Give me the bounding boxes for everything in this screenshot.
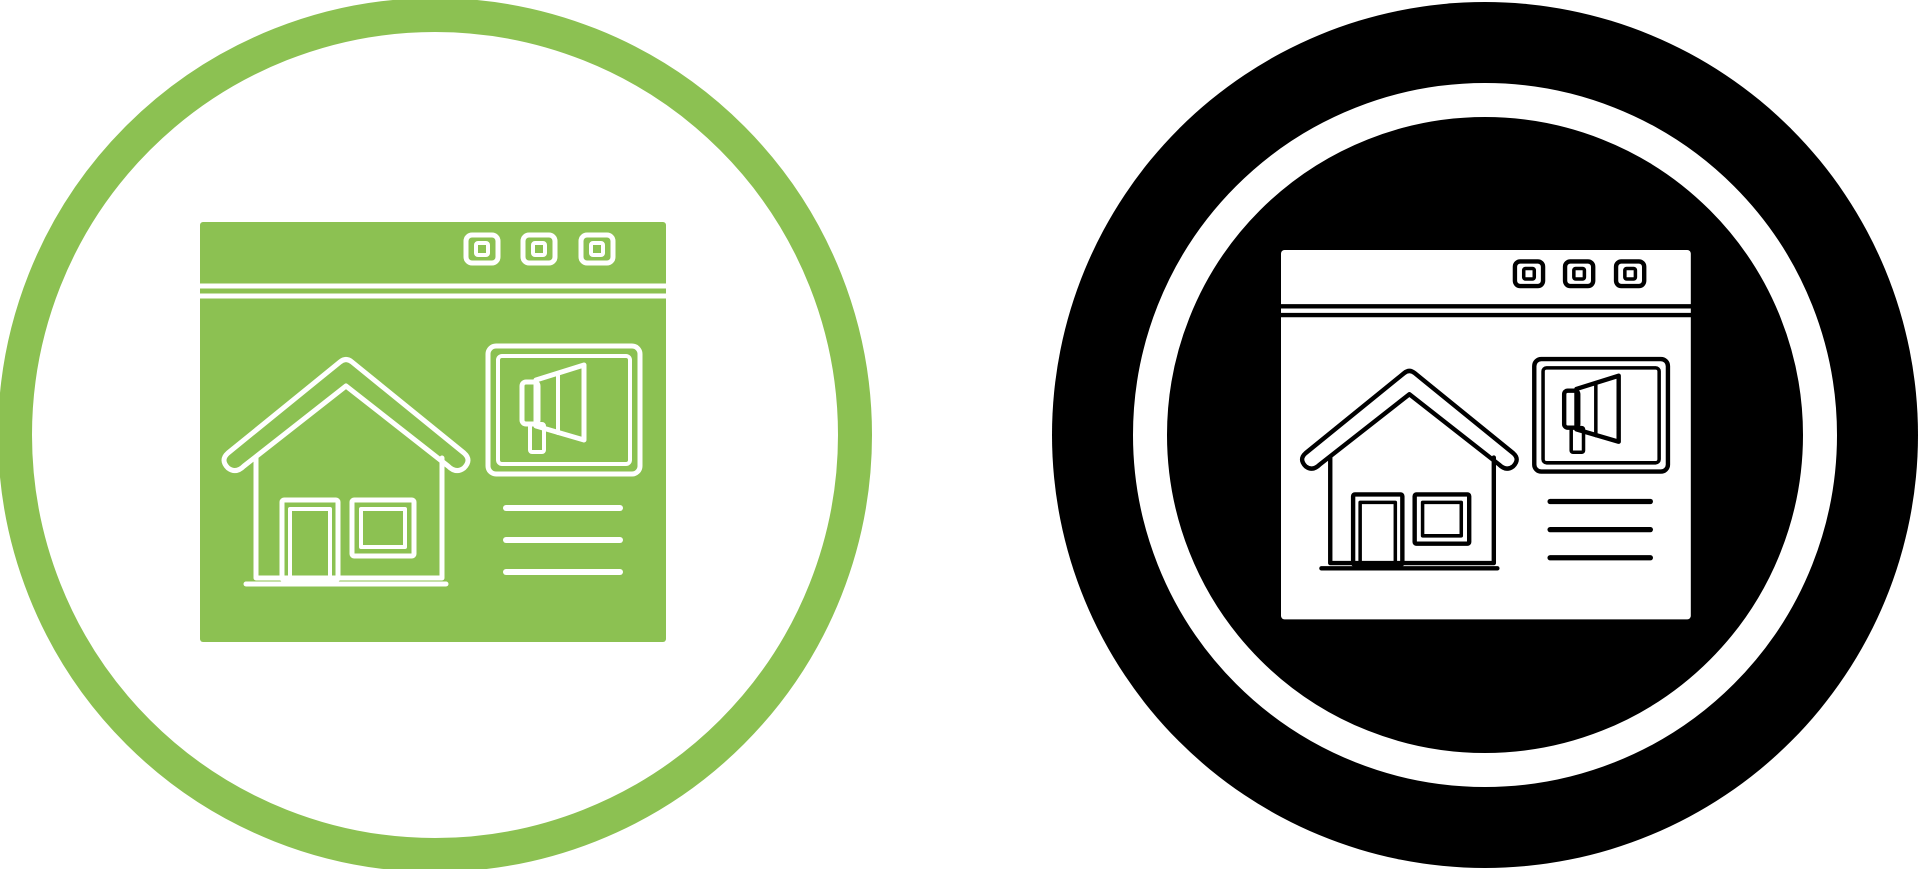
black-real-estate-ad-icon — [1052, 2, 1918, 868]
black-browser-window-icon — [1281, 250, 1691, 620]
green-real-estate-ad-icon — [0, 0, 872, 869]
icon-pair-svg — [0, 0, 1918, 869]
green-browser-window-icon — [200, 222, 666, 642]
icon-pair-canvas — [0, 0, 1920, 869]
